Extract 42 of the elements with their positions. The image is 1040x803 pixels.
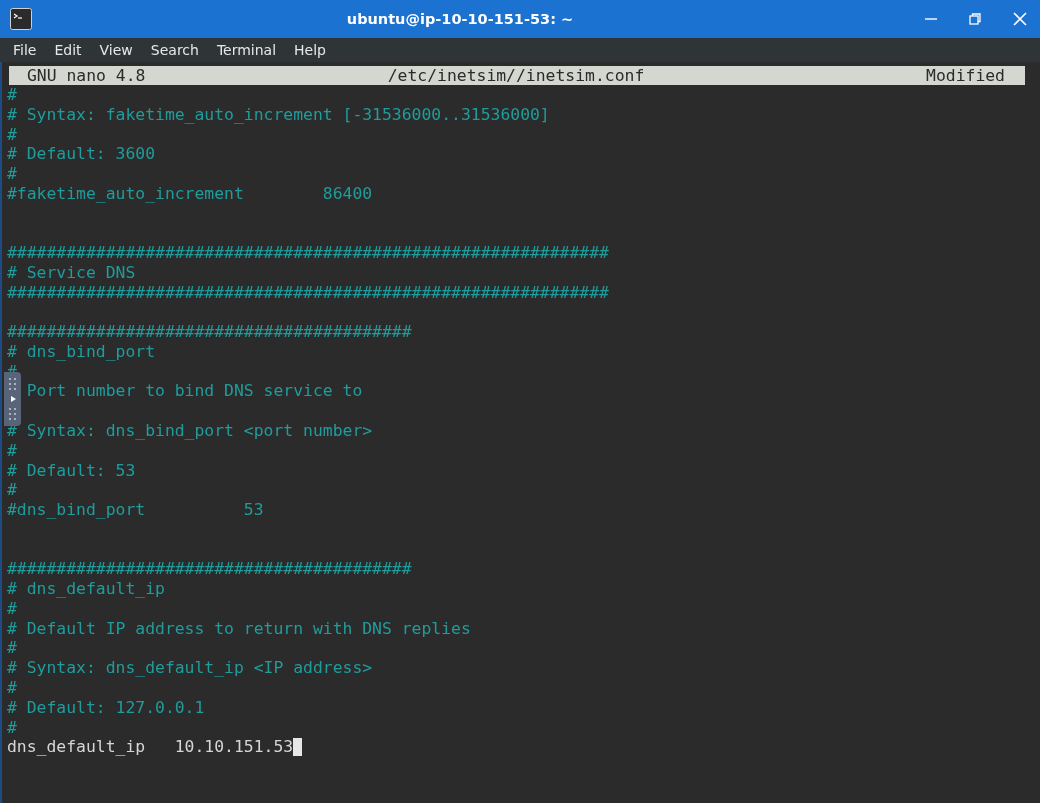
comment-line: # <box>7 480 17 501</box>
comment-line: # Default: 3600 <box>7 144 156 165</box>
window-title: ubuntu@ip-10-10-151-53: ~ <box>345 11 575 27</box>
minimize-icon <box>925 18 937 20</box>
comment-line: # <box>7 164 17 184</box>
restore-button[interactable] <box>966 10 984 28</box>
menu-item[interactable]: Help <box>285 40 335 60</box>
comment-line: # Default IP address to return with DNS replies <box>7 618 471 639</box>
comment-line: ######################################### <box>7 559 412 580</box>
side-panel-handle[interactable] <box>4 372 21 426</box>
comment-line: # Syntax: faketime_auto_increment [-31536000..31536000] <box>7 104 550 125</box>
comment-line: # dns_default_ip <box>7 579 165 599</box>
nano-version: GNU nano 4.8 <box>27 66 147 86</box>
terminal-icon <box>10 8 32 30</box>
restore-icon <box>968 12 982 26</box>
config-line: dns_default_ip 10.10.151.53 <box>7 737 294 758</box>
menu-item[interactable]: Terminal <box>207 40 286 60</box>
comment-line: #faketime_auto_increment 86400 <box>7 183 373 204</box>
comment-line: # dns_bind_port <box>7 341 156 362</box>
comment-line: # <box>7 85 17 105</box>
modified-status: Modified <box>925 66 1005 86</box>
comment-line: # <box>7 677 17 698</box>
comment-line: # <box>7 440 17 461</box>
comment-line: ############################################################# <box>7 243 609 263</box>
comment-line: # <box>7 598 17 619</box>
comment-line: # <box>7 124 17 145</box>
comment-line: ######################################### <box>7 322 412 342</box>
comment-line: # Default: 127.0.0.1 <box>7 697 205 718</box>
close-icon <box>1012 11 1028 27</box>
comment-line: # Default: 53 <box>7 460 136 481</box>
comment-line: # <box>7 717 17 738</box>
menu-item[interactable]: Search <box>141 40 208 60</box>
menu-item[interactable]: File <box>4 40 46 60</box>
comment-line: #dns_bind_port 53 <box>7 500 264 520</box>
comment-line: # <box>7 638 17 659</box>
file-path: /etc/inetsim//inetsim.conf <box>387 66 645 86</box>
menu-item[interactable]: View <box>90 40 142 60</box>
comment-line: Port number to bind DNS service to <box>25 381 363 402</box>
menu-item[interactable]: Edit <box>45 40 91 60</box>
comment-line: # Syntax: dns_default_ip <IP address> <box>7 658 373 678</box>
comment-line: # Service DNS <box>7 262 136 283</box>
comment-line: ############################################################# <box>7 282 609 303</box>
